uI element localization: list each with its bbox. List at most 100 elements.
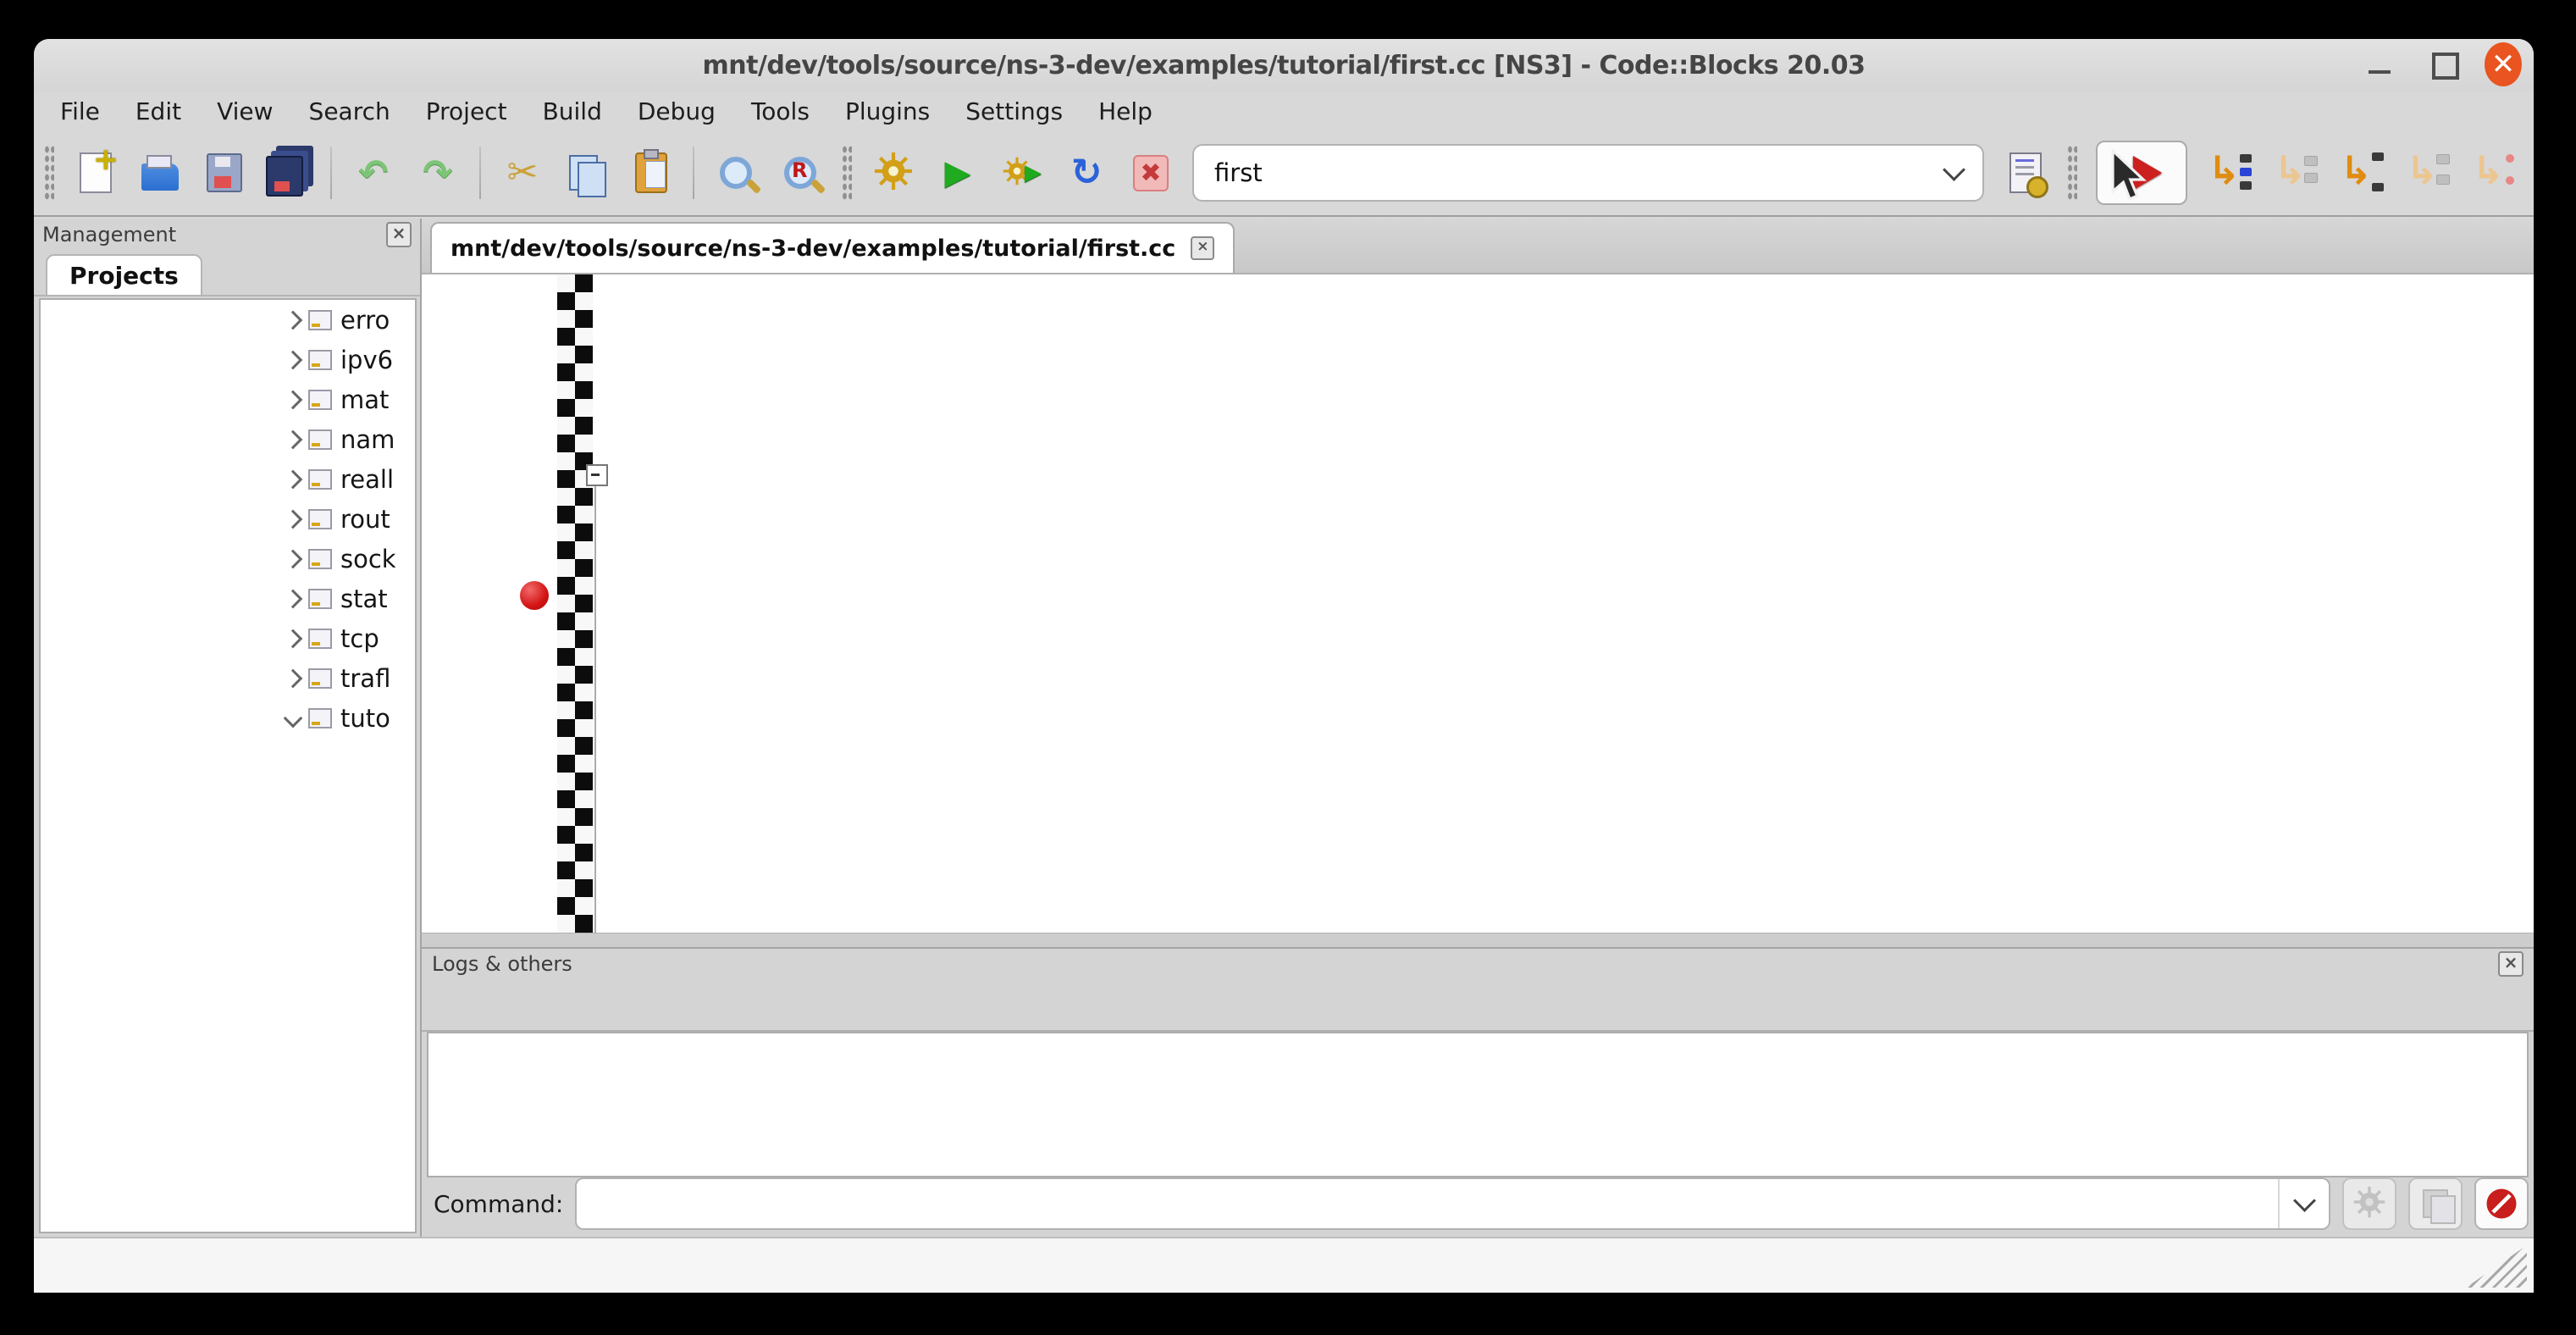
management-title: Management	[42, 223, 176, 247]
fold-collapse-button[interactable]	[586, 464, 608, 486]
command-input[interactable]	[575, 1177, 2330, 1230]
toolbar: ↶ ↷ ✂ ▶ ▶ ↻ ✖ first ↳ ↳ ↳ ↳ ↳ ↳	[34, 130, 2534, 217]
chevron-right-icon[interactable]	[284, 390, 303, 409]
maximize-button[interactable]	[2427, 47, 2464, 85]
debug-continue-button[interactable]	[2096, 141, 2187, 205]
build-button[interactable]	[871, 150, 916, 196]
menu-build[interactable]: Build	[525, 94, 620, 129]
open-button[interactable]	[137, 150, 183, 196]
abort-build-button[interactable]: ✖	[1128, 150, 1174, 196]
redo-button[interactable]: ↷	[415, 150, 461, 196]
toolbar-separator	[693, 147, 694, 199]
chevron-right-icon[interactable]	[284, 469, 303, 489]
folder-icon	[308, 350, 332, 370]
save-button[interactable]	[202, 150, 247, 196]
step-arrow-icon: ↳	[2274, 147, 2307, 193]
debugger-command-row: Command:	[427, 1174, 2529, 1233]
close-button[interactable]: ✕	[2485, 47, 2522, 85]
debug-step-out-button[interactable]: ↳	[2404, 149, 2452, 197]
chevron-right-icon[interactable]	[284, 350, 303, 369]
tree-item-ipv6[interactable]: ipv6	[41, 340, 415, 379]
tree-item-sock[interactable]: sock	[41, 539, 415, 579]
build-target-options-button[interactable]	[2003, 150, 2048, 196]
editor-tab[interactable]: mnt/dev/tools/source/ns-3-dev/examples/t…	[430, 222, 1235, 273]
chevron-right-icon[interactable]	[284, 429, 303, 449]
chevron-right-icon[interactable]	[284, 509, 303, 529]
debug-run-to-cursor-button[interactable]: ↳	[2206, 149, 2253, 197]
menu-settings[interactable]: Settings	[948, 94, 1081, 129]
toolbar-grip[interactable]	[842, 145, 852, 201]
resize-grip[interactable]	[2466, 1245, 2527, 1288]
tree-item-tuto[interactable]: tuto	[41, 698, 415, 738]
tree-item-reall[interactable]: reall	[41, 459, 415, 499]
paste-button[interactable]	[628, 150, 674, 196]
menu-bar: FileEditViewSearchProjectBuildDebugTools…	[34, 91, 2534, 130]
codeblocks-window: mnt/dev/tools/source/ns-3-dev/examples/t…	[34, 39, 2534, 1293]
debug-step-into-button[interactable]: ↳	[2338, 149, 2385, 197]
breakpoint-margin[interactable]	[557, 274, 593, 933]
build-target-value: first	[1214, 158, 1946, 187]
find-button[interactable]	[713, 150, 759, 196]
menu-project[interactable]: Project	[408, 94, 525, 129]
chevron-down-icon	[1943, 158, 1965, 181]
chevron-right-icon[interactable]	[284, 668, 303, 688]
replace-button[interactable]	[777, 150, 823, 196]
minimize-button[interactable]	[2361, 47, 2398, 85]
copy-button[interactable]	[564, 150, 610, 196]
menu-file[interactable]: File	[42, 94, 118, 129]
copy-log-button[interactable]	[2408, 1177, 2463, 1230]
save-all-button[interactable]	[266, 150, 312, 196]
menu-tools[interactable]: Tools	[733, 94, 827, 129]
build-and-run-button[interactable]: ▶	[999, 150, 1045, 196]
tree-item-stat[interactable]: stat	[41, 579, 415, 618]
debug-next-instruction-button[interactable]: ↳	[2470, 149, 2518, 197]
build-gear-icon	[874, 152, 913, 194]
logs-title: Logs & others	[432, 952, 572, 976]
toolbar-grip[interactable]	[44, 145, 54, 201]
logs-close-button[interactable]: ×	[2498, 951, 2523, 977]
editor-tab-bar: mnt/dev/tools/source/ns-3-dev/examples/t…	[422, 219, 2534, 274]
menu-edit[interactable]: Edit	[118, 94, 199, 129]
toolbar-grip[interactable]	[2067, 145, 2077, 201]
tree-item-trafl[interactable]: trafl	[41, 658, 415, 698]
build-target-combo[interactable]: first	[1192, 144, 1984, 202]
window-title: mnt/dev/tools/source/ns-3-dev/examples/t…	[34, 51, 2534, 80]
tree-item-label: nam	[340, 425, 395, 454]
tree-item-nam[interactable]: nam	[41, 419, 415, 459]
cut-icon: ✂	[507, 154, 539, 191]
command-dropdown-button[interactable]	[2278, 1179, 2329, 1228]
toolbar-separator	[479, 147, 481, 199]
debug-next-line-button[interactable]: ↳	[2272, 149, 2319, 197]
chevron-right-icon[interactable]	[284, 589, 303, 608]
undo-button[interactable]: ↶	[351, 150, 396, 196]
menu-debug[interactable]: Debug	[620, 94, 733, 129]
stop-icon	[2485, 1187, 2518, 1221]
editor-tab-title: mnt/dev/tools/source/ns-3-dev/examples/t…	[451, 235, 1175, 262]
menu-search[interactable]: Search	[291, 94, 408, 129]
rebuild-button[interactable]: ↻	[1064, 150, 1109, 196]
stop-debugger-button[interactable]	[2474, 1177, 2529, 1230]
menu-view[interactable]: View	[199, 94, 290, 129]
debugging-windows-button[interactable]	[2342, 1177, 2396, 1230]
chevron-down-icon[interactable]	[284, 708, 303, 728]
run-button[interactable]: ▶	[935, 150, 981, 196]
new-file-button[interactable]	[73, 150, 119, 196]
tab-projects[interactable]: Projects	[46, 254, 202, 295]
chevron-right-icon[interactable]	[284, 549, 303, 568]
tree-item-mat[interactable]: mat	[41, 379, 415, 419]
code-editor[interactable]	[422, 274, 2534, 947]
chevron-right-icon[interactable]	[284, 629, 303, 648]
management-close-button[interactable]: ×	[386, 222, 412, 247]
menu-plugins[interactable]: Plugins	[827, 94, 948, 129]
folder-icon	[308, 668, 332, 689]
editor-area: mnt/dev/tools/source/ns-3-dev/examples/t…	[422, 219, 2534, 947]
editor-tab-close-button[interactable]: ×	[1191, 236, 1214, 260]
menu-help[interactable]: Help	[1081, 94, 1170, 129]
tree-item-erro[interactable]: erro	[41, 300, 415, 340]
editor-horizontal-scrollbar[interactable]	[422, 933, 2534, 947]
chevron-right-icon[interactable]	[284, 310, 303, 330]
cut-button[interactable]: ✂	[500, 150, 545, 196]
breakpoint-marker[interactable]	[520, 581, 549, 610]
tree-item-rout[interactable]: rout	[41, 499, 415, 539]
tree-item-tcp[interactable]: tcp	[41, 618, 415, 658]
